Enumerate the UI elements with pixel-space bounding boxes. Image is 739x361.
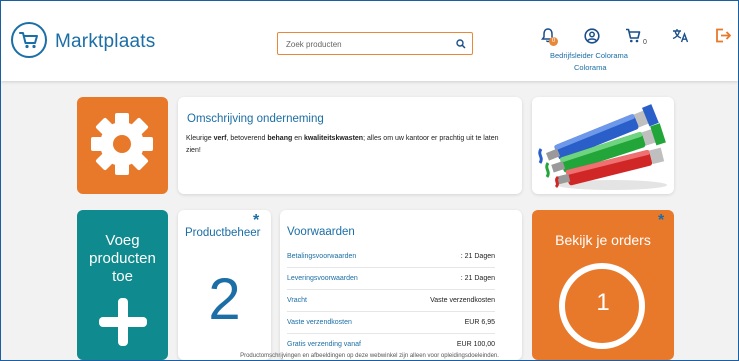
terms-value: : 21 Dagen [460,253,495,260]
search-icon[interactable] [456,39,466,49]
description-text: Kleurige verf, betoverend behang en kwal… [186,135,499,154]
user-name[interactable]: Bedrijfsleider Colorama [550,51,628,60]
add-products-label-3: toe [112,268,133,285]
terms-value: : 21 Dagen [460,275,495,282]
terms-value: Vaste verzendkosten [430,297,495,304]
cart-logo-icon[interactable] [11,22,47,58]
terms-row: Betalingsvoorwaarden : 21 Dagen [287,253,495,265]
terms-row: Vracht Vaste verzendkosten [287,297,495,309]
terms-title: Voorwaarden [287,226,355,238]
disclaimer-text: Productomschrijvingen en afbeeldingen op… [240,353,499,359]
company-description-card: Omschrijving onderneming Kleurige verf, … [178,97,522,194]
top-bar: Marktplaats 0 0 [1,1,738,81]
terms-key: Leveringsvoorwaarden [287,275,358,282]
plus-icon [99,298,147,346]
search-box[interactable] [277,32,473,55]
company-name[interactable]: Colorama [574,63,607,72]
divider [287,267,495,268]
search-input[interactable] [286,37,446,51]
paint-tubes-image [532,97,674,194]
terms-row: Gratis verzending vanaf EUR 100,00 [287,341,495,353]
terms-card: Voorwaarden Betalingsvoorwaarden : 21 Da… [280,210,522,360]
orders-count: 1 [596,289,610,316]
cart-icon[interactable] [625,28,641,43]
notification-badge: 0 [549,37,558,46]
description-title: Omschrijving onderneming [187,113,324,125]
orders-tile[interactable]: * Bekijk je orders 1 [532,210,674,360]
add-products-tile[interactable]: Voeg producten toe [77,210,168,360]
app-title[interactable]: Marktplaats [55,31,155,53]
product-management-card[interactable]: * Productbeheer 2 [178,210,271,360]
product-count: 2 [208,267,241,332]
terms-value: EUR 6,95 [464,319,495,326]
terms-value: EUR 100,00 [456,341,495,348]
divider [287,311,495,312]
terms-key: Betalingsvoorwaarden [287,253,357,260]
terms-key: Vracht [287,297,307,304]
divider [287,289,495,290]
product-management-title: Productbeheer [185,227,261,239]
asterisk-icon: * [658,212,665,229]
divider [287,333,495,334]
add-products-label-2: producten [89,250,156,267]
terms-row: Leveringsvoorwaarden : 21 Dagen [287,275,495,287]
user-circle-icon[interactable] [584,28,600,44]
terms-key: Gratis verzending vanaf [287,341,361,348]
orders-title: Bekijk je orders [555,232,651,248]
app-window: Marktplaats 0 0 [0,0,739,361]
terms-row: Vaste verzendkosten EUR 6,95 [287,319,495,331]
terms-key: Vaste verzendkosten [287,319,352,326]
add-products-label-1: Voeg [105,232,140,249]
logout-icon[interactable] [715,28,731,43]
translate-icon[interactable] [672,28,690,43]
gear-icon [91,113,153,175]
settings-tile[interactable] [77,97,168,194]
cart-count: 0 [643,39,647,46]
